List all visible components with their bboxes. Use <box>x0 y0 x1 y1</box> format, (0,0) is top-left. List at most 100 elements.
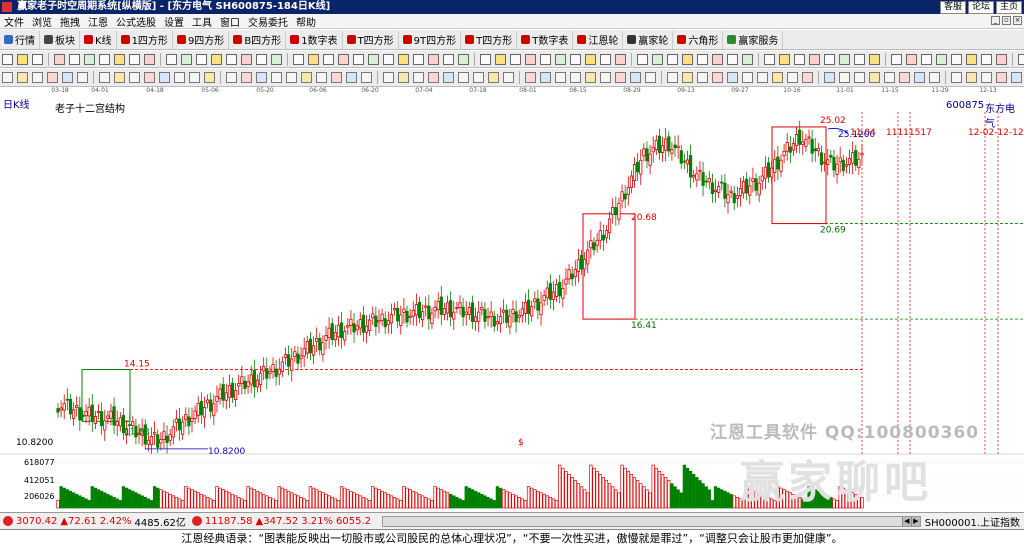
tool-icon[interactable] <box>682 53 693 65</box>
tool-icon[interactable] <box>525 72 536 83</box>
tool-icon[interactable] <box>488 72 499 83</box>
tool-icon[interactable] <box>712 53 723 65</box>
toolbar-button-6[interactable]: 1数字表 <box>286 30 343 49</box>
tool-icon[interactable] <box>211 53 222 65</box>
tool-icon[interactable] <box>166 53 177 65</box>
tool-icon[interactable] <box>914 72 925 83</box>
tool-icon[interactable] <box>54 53 65 65</box>
tool-icon[interactable] <box>383 53 394 65</box>
tool-icon[interactable] <box>727 72 738 83</box>
tool-icon[interactable] <box>293 53 304 65</box>
tool-icon[interactable] <box>869 72 880 83</box>
tool-icon[interactable] <box>981 72 992 83</box>
tool-icon[interactable] <box>495 53 506 65</box>
toolbar-button-7[interactable]: T四方形 <box>343 30 399 49</box>
tool-icon[interactable] <box>540 72 551 83</box>
tool-icon[interactable] <box>712 72 723 83</box>
tool-icon[interactable] <box>787 72 798 83</box>
market-index-label[interactable]: SH000001.上证指数 <box>921 514 1024 529</box>
sz-index-group[interactable]: 11187.58 ▲347.52 3.21% 6055.2 <box>189 516 374 527</box>
tool-icon[interactable] <box>839 53 850 65</box>
tool-icon[interactable] <box>667 72 678 83</box>
tool-icon[interactable] <box>256 72 267 83</box>
tool-icon[interactable] <box>301 72 312 83</box>
tool-icon[interactable] <box>17 72 28 83</box>
tool-icon[interactable] <box>428 72 439 83</box>
tool-icon[interactable] <box>727 53 738 65</box>
tool-icon[interactable] <box>77 72 88 83</box>
tool-icon[interactable] <box>600 53 611 65</box>
toolbar-button-0[interactable]: 行情 <box>0 30 40 49</box>
tool-icon[interactable] <box>802 72 813 83</box>
tool-icon[interactable] <box>114 72 125 83</box>
tool-icon[interactable] <box>555 53 566 65</box>
tool-icon[interactable] <box>966 72 977 83</box>
toolbar-button-1[interactable]: 板块 <box>40 30 80 49</box>
tool-icon[interactable] <box>473 72 484 83</box>
tool-icon[interactable] <box>951 53 962 65</box>
menu-window[interactable]: 窗口 <box>216 14 244 29</box>
tool-icon[interactable] <box>757 72 768 83</box>
tool-icon[interactable] <box>189 72 200 83</box>
toolbar-button-12[interactable]: 赢家轮 <box>623 30 674 49</box>
tool-icon[interactable] <box>966 53 977 65</box>
tool-icon[interactable] <box>779 53 790 65</box>
tool-icon[interactable] <box>682 72 693 83</box>
toolbar-button-10[interactable]: T数字表 <box>517 30 574 49</box>
tool-icon[interactable] <box>129 53 140 65</box>
toolbar-button-14[interactable]: 赢家服务 <box>723 30 784 49</box>
tool-icon[interactable] <box>144 72 155 83</box>
tool-icon[interactable] <box>316 72 327 83</box>
tool-icon[interactable] <box>241 53 252 65</box>
tool-icon[interactable] <box>144 53 155 65</box>
tool-icon[interactable] <box>906 53 917 65</box>
tool-icon[interactable] <box>480 53 491 65</box>
minimize-icon[interactable]: _ <box>991 16 1000 25</box>
tool-icon[interactable] <box>996 53 1007 65</box>
tool-icon[interactable] <box>697 72 708 83</box>
tool-icon[interactable] <box>241 72 252 83</box>
tool-icon[interactable] <box>839 72 850 83</box>
tool-icon[interactable] <box>951 72 962 83</box>
tool-icon[interactable] <box>99 53 110 65</box>
tool-icon[interactable] <box>129 72 140 83</box>
menu-help[interactable]: 帮助 <box>292 14 320 29</box>
tool-icon[interactable] <box>353 53 364 65</box>
tool-icon[interactable] <box>181 53 192 65</box>
tool-icon[interactable] <box>884 72 895 83</box>
tool-icon[interactable] <box>458 72 469 83</box>
menu-file[interactable]: 文件 <box>0 14 28 29</box>
tool-icon[interactable] <box>854 53 865 65</box>
scroll-right-icon[interactable]: ▶ <box>910 516 920 526</box>
tool-icon[interactable] <box>824 72 835 83</box>
tool-icon[interactable] <box>346 72 357 83</box>
kline-chart[interactable]: 14.15 11.83 10.8200 20.68 16.41 25.02 20.69 25.… <box>0 96 1024 512</box>
tool-icon[interactable] <box>570 72 581 83</box>
tool-icon[interactable] <box>32 72 43 83</box>
tool-icon[interactable] <box>271 72 282 83</box>
tool-icon[interactable] <box>308 53 319 65</box>
tool-icon[interactable] <box>226 72 237 83</box>
tool-icon[interactable] <box>555 72 566 83</box>
scroll-left-icon[interactable]: ◀ <box>901 516 911 526</box>
tool-icon[interactable] <box>99 72 110 83</box>
tool-icon[interactable] <box>981 53 992 65</box>
tool-icon[interactable] <box>114 53 125 65</box>
tool-icon[interactable] <box>331 72 342 83</box>
tool-icon[interactable] <box>413 72 424 83</box>
tool-icon[interactable] <box>697 53 708 65</box>
toolbar-button-3[interactable]: 1四方形 <box>117 30 173 49</box>
tool-icon[interactable] <box>271 53 282 65</box>
tool-icon[interactable] <box>510 53 521 65</box>
close-icon[interactable]: × <box>1013 16 1022 25</box>
tool-icon[interactable] <box>570 53 581 65</box>
tool-icon[interactable] <box>630 72 641 83</box>
menu-tools[interactable]: 工具 <box>188 14 216 29</box>
toolbar-button-5[interactable]: B四方形 <box>229 30 287 49</box>
toolbar-button-9[interactable]: T四方形 <box>461 30 518 49</box>
tool-icon[interactable] <box>869 53 880 65</box>
tool-icon[interactable] <box>2 72 13 83</box>
menu-gann[interactable]: 江恩 <box>84 14 112 29</box>
tool-icon[interactable] <box>585 72 596 83</box>
tool-icon[interactable] <box>1018 53 1024 65</box>
